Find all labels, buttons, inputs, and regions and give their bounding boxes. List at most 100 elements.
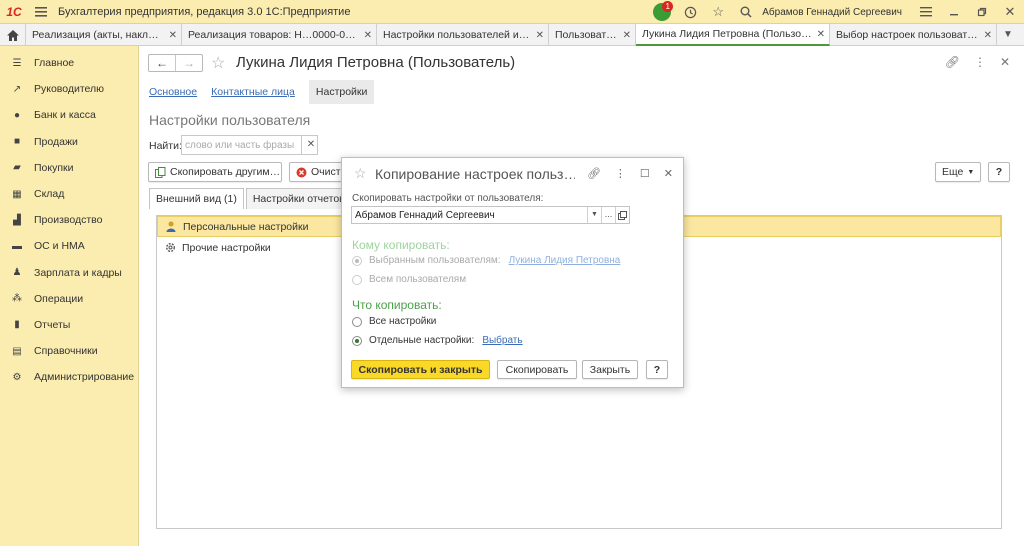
sidebar-item-salary[interactable]: ♟ Зарплата и кадры — [0, 260, 138, 286]
from-user-field[interactable]: Абрамов Геннадий Сергеевич ▼ ... — [351, 206, 630, 224]
close-dialog-icon[interactable]: ✕ — [664, 167, 673, 180]
search-input[interactable]: слово или часть фразы ✕ — [181, 135, 318, 155]
close-tab-icon[interactable]: ✕ — [536, 30, 544, 41]
truck-icon: ▬ — [12, 240, 22, 252]
select-ellipsis-button[interactable]: ... — [601, 207, 615, 223]
bag-icon: ■ — [13, 136, 21, 148]
1c-logo: 1С — [6, 4, 22, 19]
back-arrow-icon[interactable]: ← — [149, 55, 176, 71]
tab-user-settings-rights[interactable]: Настройки пользователей и прав ✕ — [377, 24, 549, 46]
sections-sidebar: ☰ Главное ↗ Руководителю ● Банк и касса ■ Пр… — [0, 46, 139, 546]
clear-circle-icon — [296, 167, 307, 178]
close-tab-icon[interactable]: ✕ — [984, 30, 992, 41]
tab-report-settings[interactable]: Настройки отчетов — [245, 188, 352, 209]
sidebar-item-manager[interactable]: ↗ Руководителю — [0, 76, 138, 102]
title-bar: 1С Бухгалтерия предприятия, редакция 3.0… — [0, 0, 1024, 24]
radio-some-settings[interactable]: Отдельные настройки: Выбрать — [352, 335, 523, 346]
more-actions-icon[interactable]: ⋮ — [615, 167, 626, 180]
search-icon[interactable] — [732, 0, 760, 24]
sidebar-item-bank[interactable]: ● Банк и касса — [0, 102, 138, 128]
favorites-star-icon[interactable]: ☆ — [704, 0, 732, 24]
link-main[interactable]: Основное — [149, 86, 197, 98]
link-icon[interactable]: 🔗︎ — [587, 167, 601, 180]
settings-menu-icon[interactable] — [912, 0, 940, 24]
sidebar-item-main[interactable]: ☰ Главное — [0, 50, 138, 76]
close-tab-icon[interactable]: ✕ — [623, 30, 631, 41]
sidebar-item-operations[interactable]: ⁂ Операции — [0, 286, 138, 312]
form-sections-nav: Основное Контактные лица Настройки — [149, 80, 375, 104]
maximize-icon[interactable]: ☐ — [640, 167, 650, 180]
forward-arrow-icon[interactable]: → — [176, 55, 202, 71]
open-icon[interactable] — [615, 207, 629, 223]
copy-settings-dialog: ☆ Копирование настроек польз… 🔗︎ ⋮ ☐ ✕ С… — [341, 157, 684, 388]
open-windows-tabs: Реализация (акты, накладные)✕ Реализация… — [0, 24, 1024, 46]
link-settings[interactable]: Настройки — [308, 80, 375, 104]
gear-icon — [164, 242, 176, 253]
help-button[interactable]: ? — [988, 162, 1010, 182]
close-tab-icon[interactable]: ✕ — [817, 29, 825, 40]
radio-all-settings[interactable]: Все настройки — [352, 316, 436, 327]
choose-settings-link[interactable]: Выбрать — [482, 335, 522, 346]
close-form-icon[interactable]: ✕ — [1000, 55, 1010, 69]
copy-to-heading: Кому копировать: — [352, 238, 450, 252]
gear-icon: ⚙ — [12, 371, 22, 383]
notification-badge: 1 — [662, 1, 674, 12]
notifications-icon[interactable]: 1 — [648, 0, 676, 24]
dialog-help-button[interactable]: ? — [646, 360, 668, 379]
tabs-dropdown-icon[interactable]: ▼ — [997, 24, 1019, 45]
copy-and-close-button[interactable]: Скопировать и закрыть — [351, 360, 490, 379]
tab-sales-acts[interactable]: Реализация (акты, накладные)✕ — [26, 24, 182, 46]
nav-buttons: ← → — [148, 54, 203, 72]
menu-icon: ☰ — [12, 57, 22, 69]
close-button[interactable]: Закрыть — [582, 360, 638, 379]
clear-search-icon[interactable]: ✕ — [301, 136, 317, 154]
main-menu-icon[interactable] — [28, 6, 54, 17]
factory-icon: ▟ — [13, 214, 21, 226]
dialog-title: Копирование настроек польз… — [375, 166, 575, 182]
trend-icon: ↗ — [12, 83, 22, 95]
close-window-icon[interactable]: ✕ — [996, 0, 1024, 24]
radio-all-users: Всем пользователям — [352, 274, 466, 285]
link-contacts[interactable]: Контактные лица — [211, 86, 295, 98]
more-actions-icon[interactable]: ⋮ — [974, 55, 986, 69]
close-tab-icon[interactable]: ✕ — [364, 30, 372, 41]
radio-button[interactable] — [352, 316, 362, 327]
sidebar-item-fixed-assets[interactable]: ▬ ОС и НМА — [0, 233, 138, 259]
what-to-copy-heading: Что копировать: — [352, 298, 442, 312]
from-user-label: Скопировать настройки от пользователя: — [352, 193, 544, 204]
minimize-icon[interactable] — [940, 0, 968, 24]
sidebar-item-sales[interactable]: ■ Продажи — [0, 129, 138, 155]
sidebar-item-admin[interactable]: ⚙ Администрирование — [0, 364, 138, 390]
restore-icon[interactable] — [968, 0, 996, 24]
copy-button[interactable]: Скопировать — [497, 360, 577, 379]
favorite-star-icon[interactable]: ☆ — [354, 165, 367, 182]
tab-users[interactable]: Пользователи ✕ — [549, 24, 636, 46]
favorite-star-icon[interactable]: ☆ — [211, 53, 225, 73]
chevron-down-icon[interactable]: ▼ — [587, 207, 601, 223]
sidebar-item-reports[interactable]: ▮ Отчеты — [0, 312, 138, 338]
sidebar-item-catalogs[interactable]: ▤ Справочники — [0, 338, 138, 364]
more-button[interactable]: Еще ▼ — [935, 162, 981, 182]
tab-appearance[interactable]: Внешний вид (1) — [149, 188, 244, 209]
person-icon — [165, 221, 177, 232]
sidebar-item-purchases[interactable]: ▰ Покупки — [0, 155, 138, 181]
tab-select-user-settings[interactable]: Выбор настроек пользователя ✕ — [830, 24, 997, 46]
tab-sales-document[interactable]: Реализация товаров: Н…0000-000592 ✕ — [182, 24, 377, 46]
current-user[interactable]: Абрамов Геннадий Сергеевич — [762, 7, 902, 18]
clear-button[interactable]: Очистить — [289, 162, 349, 182]
link-icon[interactable]: 🔗︎ — [945, 55, 960, 69]
history-icon[interactable] — [676, 0, 704, 24]
copy-to-others-button[interactable]: Скопировать другим… — [148, 162, 282, 182]
close-tab-icon[interactable]: ✕ — [169, 30, 177, 41]
radio-button[interactable] — [352, 335, 362, 346]
grid-icon: ▦ — [12, 188, 22, 200]
sidebar-item-warehouse[interactable]: ▦ Склад — [0, 181, 138, 207]
cart-icon: ▰ — [13, 162, 21, 174]
sidebar-item-production[interactable]: ▟ Производство — [0, 207, 138, 233]
settings-tabs: Внешний вид (1) Настройки отчетов — [149, 188, 354, 209]
find-label: Найти: — [149, 140, 182, 152]
home-icon[interactable] — [0, 24, 26, 46]
chevron-down-icon: ▼ — [967, 168, 975, 176]
radio-button — [352, 255, 362, 266]
tab-user-lukina[interactable]: Лукина Лидия Петровна (Пользов… ✕ — [636, 24, 830, 46]
